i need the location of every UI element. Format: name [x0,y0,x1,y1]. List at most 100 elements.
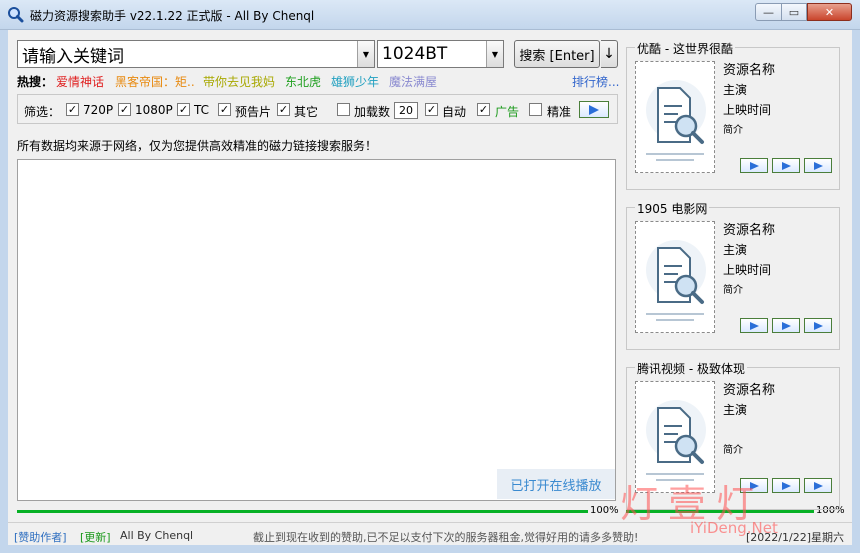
hot-link[interactable]: 爱情神话 [56,73,104,90]
keyword-dropdown-button[interactable]: ▼ [357,41,374,67]
play-icon [781,481,791,490]
close-button[interactable]: ✕ [807,3,852,21]
rank-link[interactable]: 排行榜... [572,73,619,90]
filter-tc-checkbox[interactable]: ✓ [177,103,190,116]
hot-link[interactable]: 魔法满屋 [389,73,437,90]
panel-title: 优酷 - 这世界很酷 [635,40,735,57]
minimize-icon: — [763,5,774,19]
filter-720p-checkbox[interactable]: ✓ [66,103,79,116]
chevron-down-icon: ▼ [362,49,370,59]
play-icon [749,161,759,170]
window-title: 磁力资源搜索助手 v22.1.22 正式版 - All By Chenql [30,9,315,23]
filter-1080p-checkbox[interactable]: ✓ [118,103,131,116]
poster-placeholder[interactable] [635,221,715,333]
filter-label: 筛选： [24,105,61,119]
play-icon [781,321,791,330]
poster-placeholder[interactable] [635,61,715,173]
document-search-icon [646,240,706,321]
panel-resource-name: 资源名称 [723,63,776,78]
panel-release-date: 上映时间 [723,103,772,117]
panel-intro: 简介 [723,125,743,136]
load-count-label: 加载数 [354,105,391,119]
hot-label: 热搜： [17,75,54,89]
keyword-input[interactable]: 请输入关键词 [18,42,357,67]
auto-label: 自动 [442,105,467,119]
auto-checkbox[interactable]: ✓ [425,103,438,116]
panel-title: 腾讯视频 - 极致体现 [635,360,747,377]
filter-tc-label: TC [194,103,210,117]
play-icon [589,104,599,115]
search-button[interactable]: 搜索 [Enter] [514,40,600,68]
play-icon [749,481,759,490]
update-link[interactable]: [更新] [80,529,111,545]
notice-text: 所有数据均来源于网络，仅为您提供高效精准的磁力链接搜索服务！ [17,139,378,153]
progress-bar-panels [626,510,814,513]
load-count-input[interactable]: 20 [394,102,418,119]
status-date: [2022/1/22]星期六 [746,531,844,544]
author-text: All By Chenql [120,529,194,542]
site-select[interactable]: 1024BT ▼ [377,40,504,68]
document-search-icon [646,80,706,161]
progress-bar-results [17,510,588,513]
panel-intro: 简介 [723,445,743,456]
sort-button[interactable]: ↓ [601,40,618,68]
play-icon [813,321,823,330]
play-icon [813,481,823,490]
site-dropdown-button[interactable]: ▼ [486,41,503,67]
precise-label: 精准 [547,105,572,119]
hot-link[interactable]: 带你去见我妈 [203,73,275,90]
minimize-button[interactable]: — [755,3,781,21]
panel-play-button[interactable] [740,318,768,333]
keyword-combo[interactable]: 请输入关键词 ▼ [17,40,375,68]
play-icon [749,321,759,330]
close-icon: ✕ [824,5,835,19]
maximize-icon: ▭ [788,5,800,19]
panel-play-button[interactable] [772,318,800,333]
maximize-button[interactable]: ▭ [781,3,807,21]
play-icon [813,161,823,170]
panel-youku: 优酷 - 这世界很酷 资源名称 主演 上映时间 简介 [626,40,840,190]
panel-actor: 主演 [723,83,748,97]
results-list[interactable] [17,159,616,501]
panel-title: 1905 电影网 [635,200,710,217]
site-selected-value: 1024BT [382,44,448,64]
precise-checkbox[interactable] [529,103,542,116]
filter-trailer-checkbox[interactable]: ✓ [218,103,231,116]
filter-trailer-label: 预告片 [235,105,272,119]
panel-tencent: 腾讯视频 - 极致体现 资源名称 主演 简介 [626,360,840,510]
panel-play-button[interactable] [772,478,800,493]
filter-other-label: 其它 [294,105,319,119]
hot-link[interactable]: 雄狮少年 [331,73,379,90]
hot-link[interactable]: 东北虎 [285,73,321,90]
panel-play-button[interactable] [804,158,832,173]
filter-720p-label: 720P [83,103,114,117]
play-icon [781,161,791,170]
hot-link[interactable]: 黑客帝国：矩.. [115,73,195,90]
progress-label-results: 100% [590,505,619,516]
document-search-icon [646,400,706,481]
panel-resource-name: 资源名称 [723,383,776,398]
filter-other-checkbox[interactable]: ✓ [277,103,290,116]
panel-1905: 1905 电影网 资源名称 主演 上映时间 简介 [626,200,840,350]
sponsor-link[interactable]: [赞助作者] [14,529,67,545]
filter-1080p-label: 1080P [135,103,173,117]
panel-play-button[interactable] [740,158,768,173]
online-play-button[interactable]: 已打开在线播放 [497,469,615,499]
panel-release-date: 上映时间 [723,263,772,277]
panel-resource-name: 资源名称 [723,223,776,238]
ad-label: 广告 [495,105,520,119]
panel-play-button[interactable] [804,318,832,333]
ad-checkbox[interactable]: ✓ [477,103,490,116]
panel-play-button[interactable] [772,158,800,173]
panel-play-button[interactable] [804,478,832,493]
status-bar: [赞助作者] [更新] All By Chenql 截止到现在收到的赞助,已不足… [8,522,852,545]
app-icon [8,7,24,23]
panel-play-button[interactable] [740,478,768,493]
panel-actor: 主演 [723,403,748,417]
poster-placeholder[interactable] [635,381,715,493]
apply-filter-button[interactable] [579,101,609,118]
panel-intro: 简介 [723,285,743,296]
panel-actor: 主演 [723,243,748,257]
load-count-checkbox[interactable] [337,103,350,116]
chevron-down-icon: ▼ [491,49,499,59]
